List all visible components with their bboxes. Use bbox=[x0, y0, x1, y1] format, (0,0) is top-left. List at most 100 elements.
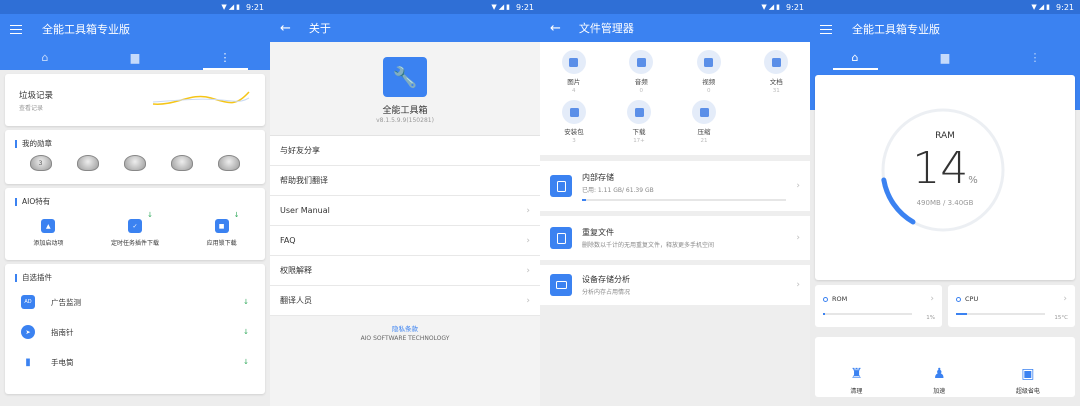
back-arrow-icon[interactable]: ← bbox=[280, 21, 291, 36]
aio-item-label: 添加启动项 bbox=[33, 240, 64, 247]
category-count: 4 bbox=[572, 88, 576, 94]
cpu-progress-bar bbox=[956, 313, 1045, 315]
rocket-icon: ♟ bbox=[932, 366, 946, 382]
flashlight-icon: ▮ bbox=[25, 356, 31, 368]
ram-card[interactable]: RAM 14% 490MB / 3.40GB bbox=[815, 75, 1075, 280]
tab-more[interactable]: ⋮ bbox=[180, 44, 270, 70]
medal-badge[interactable] bbox=[218, 155, 241, 171]
tab-bar: ⌂ ▆ ⋮ bbox=[810, 44, 1080, 70]
category-count: 0 bbox=[707, 88, 711, 94]
medal-badge[interactable] bbox=[171, 155, 194, 171]
privacy-link[interactable]: 隐私条款 bbox=[270, 323, 540, 333]
plugins-card: 自选插件 AD 广告监测 ↓ ➤ 指南针 ↓ ▮ 手电筒 ↓ bbox=[5, 264, 265, 394]
duplicate-title: 重复文件 bbox=[582, 228, 614, 237]
ram-percent: 14 bbox=[912, 143, 969, 194]
row-user-manual[interactable]: User Manual › bbox=[270, 196, 540, 226]
analysis-title: 设备存储分析 bbox=[582, 275, 630, 284]
category-audio[interactable]: 音频 0 bbox=[611, 50, 671, 94]
back-arrow-icon[interactable]: ← bbox=[550, 21, 561, 36]
row-label: User Manual bbox=[280, 206, 330, 215]
row-permissions[interactable]: 权限解释 › bbox=[270, 256, 540, 286]
action-label: 清理 bbox=[850, 388, 863, 395]
storage-progress-bar bbox=[582, 198, 787, 201]
category-count: 17+ bbox=[633, 138, 645, 144]
tab-bar: ⌂ ▆ ⋮ bbox=[0, 44, 270, 70]
aio-item-launch[interactable]: ▲ 添加启动项 bbox=[8, 219, 88, 247]
row-faq[interactable]: FAQ › bbox=[270, 226, 540, 256]
cpu-value: 15°C bbox=[1054, 315, 1068, 321]
status-icons: ▼◢▮ bbox=[491, 3, 513, 11]
internal-storage-card[interactable]: 内部存储 已用: 1.11 GB/ 61.39 GB › bbox=[540, 161, 810, 211]
trash-record-card[interactable]: 垃圾记录 查看记录 bbox=[5, 74, 265, 126]
row-translators[interactable]: 翻译人员 › bbox=[270, 286, 540, 316]
cpu-label: CPU bbox=[965, 295, 979, 303]
plugin-row-compass[interactable]: ➤ 指南针 ↓ bbox=[5, 317, 265, 347]
home-icon: ⌂ bbox=[41, 50, 49, 64]
download-icon[interactable]: ↓ bbox=[243, 298, 249, 306]
rom-value: 1% bbox=[926, 315, 935, 321]
plugin-row-flashlight[interactable]: ▮ 手电筒 ↓ bbox=[5, 347, 265, 377]
category-label: 下载 bbox=[632, 128, 646, 136]
aio-item-applock[interactable]: ■ ↓ 应用锁下载 bbox=[182, 211, 262, 247]
status-bar: ▼◢▮ 9:21 bbox=[540, 0, 810, 14]
menu-icon[interactable] bbox=[820, 24, 832, 35]
storage-analysis-card[interactable]: 设备存储分析 分析内存占用情况 › bbox=[540, 265, 810, 305]
battery-icon: ▣ bbox=[1021, 366, 1035, 382]
status-bar: ▼◢▮ 9:21 bbox=[810, 0, 1080, 14]
download-icon: ↓ bbox=[233, 211, 240, 219]
cpu-dot-icon bbox=[956, 296, 961, 302]
menu-icon[interactable] bbox=[10, 24, 22, 35]
folder-icon bbox=[550, 274, 572, 296]
category-documents[interactable]: 文档 31 bbox=[746, 50, 806, 94]
tab-home[interactable]: ⌂ bbox=[0, 44, 90, 70]
tab-home[interactable]: ⌂ bbox=[810, 44, 900, 70]
calendar-icon: ✓ bbox=[127, 219, 142, 233]
lock-icon: ■ bbox=[214, 219, 229, 233]
category-downloads[interactable]: 下载 17+ bbox=[609, 100, 669, 144]
aio-item-label: 应用锁下载 bbox=[206, 240, 237, 247]
aio-item-scheduler[interactable]: ✓ ↓ 定时任务插件下载 bbox=[95, 211, 175, 247]
plugin-row-ad[interactable]: AD 广告监测 ↓ bbox=[5, 287, 265, 317]
medal-badge[interactable] bbox=[123, 155, 146, 171]
ram-detail: 490MB / 3.40GB bbox=[916, 199, 974, 207]
tab-tools[interactable]: ▆ bbox=[900, 44, 990, 70]
compass-icon: ➤ bbox=[21, 325, 35, 339]
screen-file-manager: ▼◢▮ 9:21 ← 文件管理器 图片 4 音频 0 视频 0 文档 31 安装包 3 下… bbox=[540, 0, 810, 406]
rom-progress-bar bbox=[823, 313, 912, 315]
briefcase-icon: ▆ bbox=[130, 50, 140, 64]
ad-icon: AD bbox=[21, 295, 35, 309]
about-list: 与好友分享 帮助我们翻译 User Manual › FAQ › 权限解释 › 翻译人… bbox=[270, 135, 540, 316]
category-archives[interactable]: 压缩 21 bbox=[674, 100, 734, 144]
medal-badge[interactable]: 3 bbox=[29, 155, 52, 171]
download-icon[interactable]: ↓ bbox=[243, 358, 249, 366]
storage-progress-fill bbox=[582, 198, 586, 201]
duplicate-icon bbox=[550, 227, 572, 249]
broom-icon: ♜ bbox=[850, 366, 863, 382]
row-share[interactable]: 与好友分享 bbox=[270, 136, 540, 166]
category-video[interactable]: 视频 0 bbox=[679, 50, 739, 94]
tab-tools[interactable]: ▆ bbox=[90, 44, 180, 70]
status-icons: ▼◢▮ bbox=[1031, 3, 1053, 11]
duplicate-files-card[interactable]: 重复文件 删除数以千计的无用重复文件，释放更多手机空间 › bbox=[540, 216, 810, 260]
row-label: FAQ bbox=[280, 236, 296, 245]
company-name: AIO SOFTWARE TECHNOLOGY bbox=[360, 335, 450, 342]
category-images[interactable]: 图片 4 bbox=[544, 50, 604, 94]
aio-title: AIO特有 bbox=[5, 188, 265, 211]
action-battery-saver[interactable]: ▣ 超级省电 bbox=[1016, 366, 1040, 395]
app-bar: 全能工具箱专业版 bbox=[0, 14, 270, 44]
plugin-label: 指南针 bbox=[51, 327, 74, 337]
chevron-right-icon: › bbox=[930, 294, 934, 304]
download-icon[interactable]: ↓ bbox=[243, 328, 249, 336]
category-apk[interactable]: 安装包 3 bbox=[544, 100, 604, 144]
status-icons: ▼◢▮ bbox=[761, 3, 783, 11]
tab-more[interactable]: ⋮ bbox=[990, 44, 1080, 70]
status-icons: ▼◢▮ bbox=[221, 3, 243, 11]
action-clean[interactable]: ♜ 清理 bbox=[850, 366, 863, 395]
medals-card: 我的勋章 3 bbox=[5, 130, 265, 184]
rom-card[interactable]: ROM › 1% bbox=[815, 285, 942, 327]
action-boost[interactable]: ♟ 加速 bbox=[933, 366, 946, 395]
medal-badge[interactable] bbox=[76, 155, 99, 171]
cpu-card[interactable]: CPU › 15°C bbox=[948, 285, 1075, 327]
row-translate[interactable]: 帮助我们翻译 bbox=[270, 166, 540, 196]
medals-row: 3 bbox=[5, 153, 265, 173]
